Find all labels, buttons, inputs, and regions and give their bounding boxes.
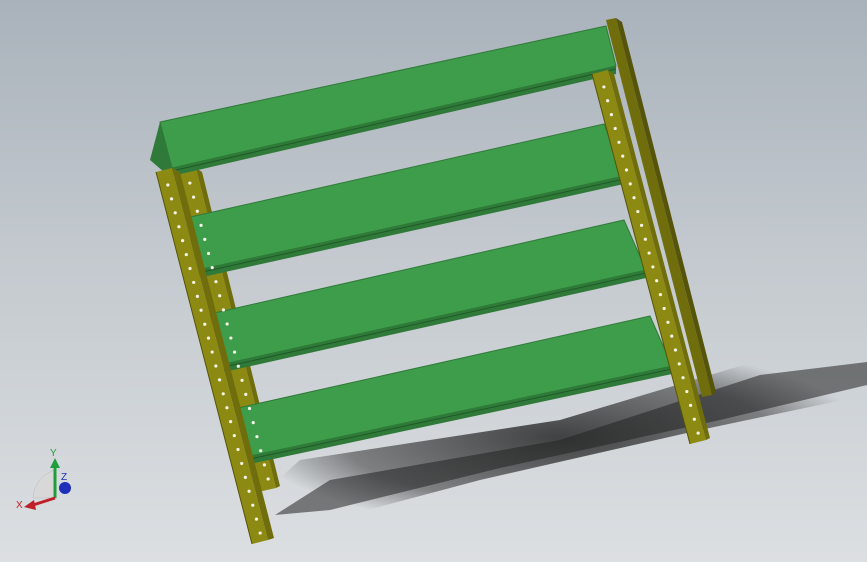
upright-back-left-hole	[210, 265, 214, 270]
upright-back-left-hole	[266, 477, 270, 481]
upright-front-left-hole	[188, 266, 192, 271]
upright-back-left-hole	[232, 350, 237, 354]
upright-front-right-hole	[617, 140, 621, 144]
upright-front-left-hole	[195, 294, 199, 298]
upright-front-left-hole	[214, 364, 218, 368]
upright-back-left-hole	[203, 237, 207, 242]
upright-front-left-hole	[225, 406, 229, 410]
upright-back-left-hole	[255, 435, 259, 439]
upright-front-left-hole	[181, 239, 185, 243]
upright-front-right-hole	[643, 237, 647, 241]
upright-front-right-hole	[647, 251, 651, 255]
triad-xy-plane	[32, 469, 56, 499]
upright-front-right-hole	[692, 417, 696, 421]
upright-back-left-hole	[236, 364, 240, 368]
upright-back-left-hole	[191, 195, 196, 199]
upright-front-right-hole	[639, 223, 644, 227]
upright-front-right-hole	[696, 431, 700, 435]
upright-back-left-hole	[262, 463, 267, 467]
upright-back-left-hole	[199, 223, 203, 227]
upright-front-left-hole	[169, 197, 174, 201]
cad-model-canvas[interactable]: Y Z X	[0, 0, 867, 562]
upright-back-left-hole	[225, 322, 229, 326]
upright-front-left-hole	[258, 531, 262, 535]
upright-back-left-hole	[247, 406, 252, 411]
upright-back-left-hole	[218, 294, 222, 298]
triad-x-label: X	[16, 500, 23, 511]
upright-front-right-hole	[685, 389, 689, 394]
upright-front-left-hole	[221, 392, 225, 396]
upright-front-left-hole	[192, 280, 196, 285]
upright-front-left-hole	[243, 475, 247, 479]
upright-back-left-hole	[188, 181, 192, 185]
upright-front-right-hole	[688, 403, 693, 407]
upright-front-left-hole	[217, 378, 222, 382]
upright-front-left-hole	[251, 503, 255, 507]
upright-front-right-hole	[628, 182, 632, 186]
upright-front-right-hole	[636, 209, 640, 214]
upright-front-left-hole	[247, 489, 251, 493]
upright-front-right-hole	[655, 279, 659, 283]
upright-front-left-hole	[254, 517, 259, 521]
upright-front-right-hole	[681, 376, 685, 380]
upright-front-right-hole	[670, 334, 674, 338]
upright-back-left-hole	[244, 392, 248, 397]
view-orientation-triad[interactable]: Y Z X	[16, 448, 71, 511]
upright-front-left-hole	[203, 322, 207, 326]
upright-front-left-hole	[199, 308, 203, 312]
upright-front-left-hole	[236, 447, 240, 452]
upright-front-left-hole	[184, 252, 188, 257]
triad-x-arrow-icon	[24, 500, 36, 510]
upright-front-right-hole	[666, 320, 670, 324]
upright-front-right-hole	[624, 168, 629, 172]
upright-back-left-hole	[240, 378, 244, 382]
upright-front-right-hole	[609, 113, 614, 117]
cad-viewport[interactable]: Y Z X	[0, 0, 867, 562]
upright-front-right-hole	[606, 99, 610, 103]
upright-front-left-hole	[210, 350, 214, 354]
upright-back-left-hole	[259, 449, 263, 453]
upright-front-right-hole	[673, 348, 678, 352]
upright-back-left-hole	[229, 336, 233, 340]
upright-back-left-hole	[251, 420, 255, 425]
upright-front-right-hole	[632, 196, 636, 200]
triad-y-arrow-icon	[50, 458, 60, 468]
triad-x-axis	[32, 496, 56, 507]
upright-back-left-hole	[206, 251, 211, 256]
upright-front-right-hole	[621, 154, 625, 158]
upright-back-left-hole	[221, 308, 226, 312]
upright-front-left-hole	[177, 225, 181, 229]
upright-front-left-hole	[240, 461, 244, 466]
upright-back-left-hole	[214, 280, 218, 284]
triad-y-label: Y	[50, 448, 57, 459]
upright-back-left-hole	[195, 209, 199, 213]
upright-front-right-hole	[677, 362, 681, 366]
upright-front-right-hole	[658, 293, 663, 297]
triad-z-axis-dot	[59, 482, 71, 494]
upright-front-right-hole	[651, 265, 655, 269]
upright-front-right-hole	[613, 126, 617, 131]
triad-z-label: Z	[61, 472, 67, 483]
upright-front-right-hole	[602, 85, 606, 89]
upright-front-left-hole	[229, 420, 233, 424]
upright-front-left-hole	[166, 183, 170, 187]
upright-front-left-hole	[232, 433, 236, 438]
upright-front-left-hole	[206, 336, 211, 340]
upright-front-right-hole	[662, 306, 666, 311]
upright-front-left-hole	[173, 211, 177, 215]
